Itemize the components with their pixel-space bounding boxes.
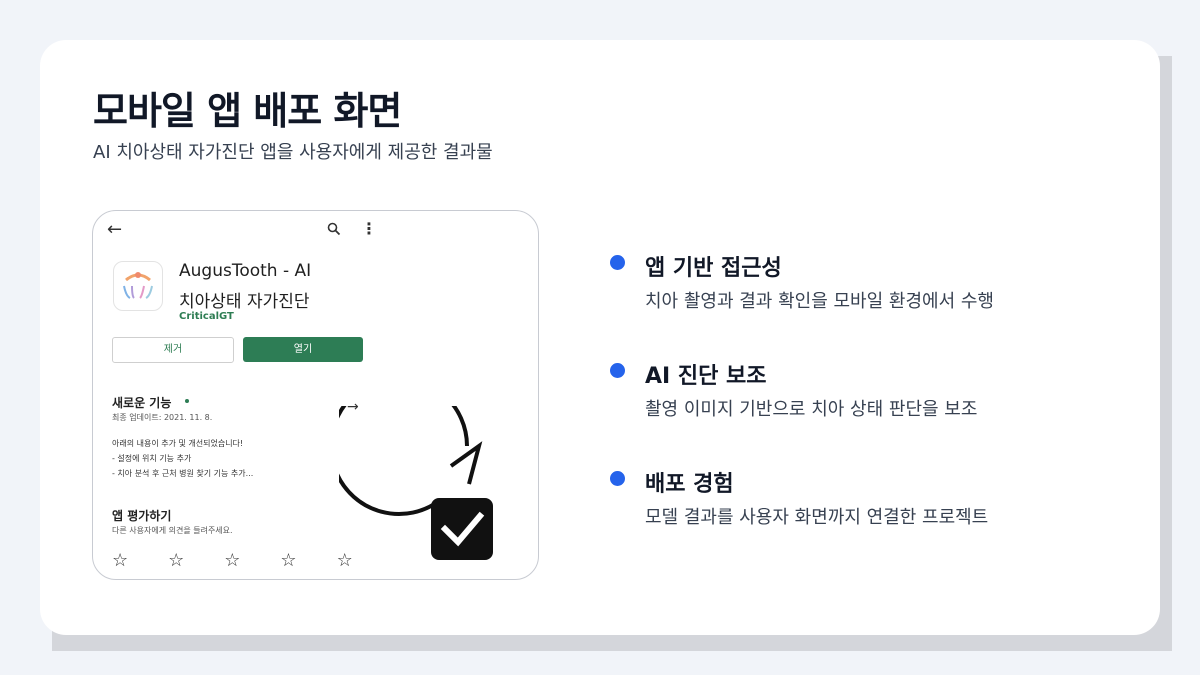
back-arrow-icon[interactable]: ← bbox=[107, 219, 122, 240]
uninstall-button[interactable]: 제거 bbox=[112, 337, 234, 363]
star-outline-icon[interactable]: ☆ bbox=[112, 551, 128, 571]
new-indicator-dot bbox=[185, 399, 189, 403]
phone-screenshot: ← ⋮ AugusTooth - AI 치아상태 자가진단 CriticalGT… bbox=[92, 210, 539, 580]
rate-app-title: 앱 평가하기 bbox=[112, 509, 172, 523]
bullet-dot bbox=[610, 363, 625, 378]
rate-app-desc: 다른 사용자에게 의견을 들려주세요. bbox=[112, 526, 233, 535]
star-outline-icon[interactable]: ☆ bbox=[168, 551, 184, 571]
update-date: 최종 업데이트: 2021. 11. 8. bbox=[112, 413, 213, 422]
open-button[interactable]: 열기 bbox=[243, 337, 363, 362]
refresh-icon bbox=[329, 376, 483, 516]
whats-new-title: 새로운 기능 bbox=[112, 396, 172, 410]
search-icon[interactable] bbox=[327, 221, 341, 240]
page-title: 모바일 앱 배포 화면 bbox=[93, 89, 402, 133]
release-notes: 아래의 내용이 추가 및 개선되었습니다! - 설정에 위치 기능 추가 - 치… bbox=[112, 436, 253, 481]
app-name: AugusTooth - AI bbox=[179, 261, 312, 281]
checkbox-checked-icon bbox=[431, 498, 493, 560]
app-logo-icon bbox=[113, 261, 163, 311]
bullet-dot bbox=[610, 471, 625, 486]
feature-desc: 모델 결과를 사용자 화면까지 연결한 프로젝트 bbox=[645, 507, 989, 528]
page-subtitle: AI 치아상태 자가진단 앱을 사용자에게 제공한 결과물 bbox=[93, 142, 493, 163]
release-note-line: - 치아 분석 후 근처 병원 찾기 기능 추가... bbox=[112, 469, 254, 478]
star-outline-icon[interactable]: ☆ bbox=[280, 551, 296, 571]
feature-title: AI 진단 보조 bbox=[645, 364, 767, 389]
bullet-dot bbox=[610, 255, 625, 270]
feature-desc: 치아 촬영과 결과 확인을 모바일 환경에서 수행 bbox=[645, 291, 994, 312]
feature-title: 앱 기반 접근성 bbox=[645, 256, 782, 281]
more-vert-icon[interactable]: ⋮ bbox=[361, 219, 377, 238]
release-note-line: 아래의 내용이 추가 및 개선되었습니다! bbox=[112, 439, 244, 448]
feature-title: 배포 경험 bbox=[645, 472, 734, 497]
feature-desc: 촬영 이미지 기반으로 치아 상태 판단을 보조 bbox=[645, 399, 978, 420]
developer-link[interactable]: CriticalGT bbox=[179, 311, 234, 322]
release-note-line: - 설정에 위치 기능 추가 bbox=[112, 454, 192, 463]
star-outline-icon[interactable]: ☆ bbox=[224, 551, 240, 571]
app-subname: 치아상태 자가진단 bbox=[179, 292, 310, 312]
refresh-check-illustration bbox=[329, 376, 499, 570]
rating-stars: ☆ ☆ ☆ ☆ ☆ bbox=[112, 551, 353, 571]
